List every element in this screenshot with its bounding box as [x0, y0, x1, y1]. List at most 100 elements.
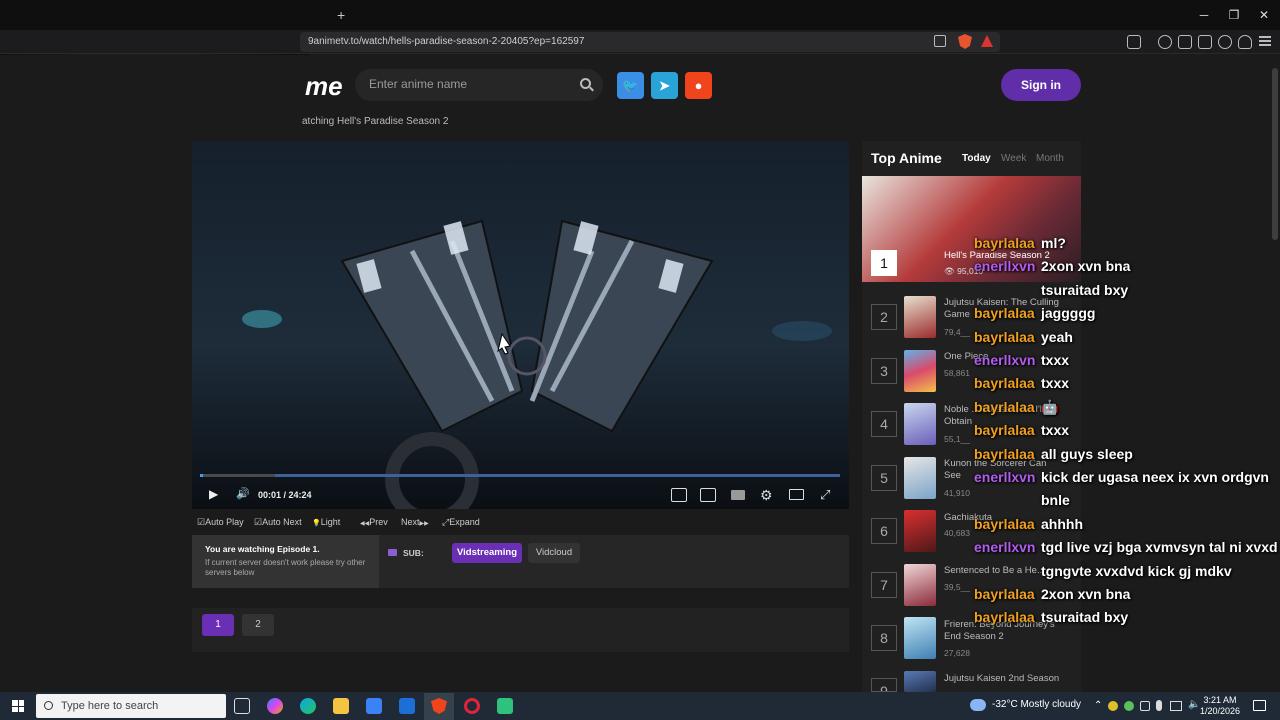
episode-info: You are watching Episode 1. If current s…	[192, 535, 379, 588]
picture-in-picture-icon[interactable]	[789, 489, 804, 500]
prev-episode-button[interactable]: ◀◀Prev	[360, 517, 388, 527]
mail-icon[interactable]	[399, 698, 415, 714]
speaker-icon[interactable]: 🔈	[1188, 699, 1200, 710]
url-field[interactable]: 9animetv.to/watch/hells-paradise-season-…	[300, 32, 1000, 52]
top-anime-title: Top Anime	[871, 150, 942, 166]
site-logo[interactable]: me	[305, 71, 343, 102]
view-count: 27,628	[944, 648, 970, 658]
weather-text[interactable]: -32°C Mostly cloudy	[992, 699, 1081, 710]
anime-thumbnail[interactable]	[904, 403, 936, 445]
video-player[interactable]	[192, 141, 849, 509]
chat-text: txxx	[1041, 422, 1070, 439]
notifications-icon[interactable]	[1253, 700, 1266, 711]
chat-message: bayrlalaa ahhhh	[974, 516, 1083, 532]
scrollbar-thumb[interactable]	[1272, 68, 1278, 240]
search-bar[interactable]	[355, 69, 603, 101]
search-icon[interactable]	[580, 78, 591, 89]
subtitle-icon	[388, 549, 397, 556]
tray-icon[interactable]	[1140, 701, 1150, 711]
chat-text: bnle	[1041, 492, 1070, 509]
chat-text: all guys sleep	[1041, 445, 1133, 462]
wallet-icon[interactable]	[1198, 35, 1212, 49]
chat-username: bayrlalaa	[974, 422, 1035, 439]
extensions-icon[interactable]	[1218, 35, 1232, 49]
chat-username: bayrlalaa	[974, 586, 1035, 602]
server-vidcloud-button[interactable]: Vidcloud	[528, 543, 580, 563]
vpn-icon[interactable]	[1238, 35, 1252, 49]
chat-message: bayrlalaa tsuraitad bxy	[974, 609, 1128, 625]
copilot-icon[interactable]	[267, 698, 283, 714]
tray-app-icon[interactable]	[1108, 701, 1118, 711]
tab-month[interactable]: Month	[1036, 153, 1064, 164]
chat-text: tsuraitad bxy	[1041, 609, 1129, 626]
anime-thumbnail[interactable]	[904, 350, 936, 392]
episode-title: You are watching Episode 1.	[205, 544, 320, 554]
anime-thumbnail[interactable]	[904, 296, 936, 338]
store-icon[interactable]	[366, 698, 382, 714]
sign-in-button[interactable]: Sign in	[1001, 69, 1081, 101]
episode-button[interactable]: 1	[202, 614, 234, 636]
sidebar-panel-icon[interactable]	[1127, 35, 1141, 49]
reddit-share-button[interactable]: ●	[685, 72, 712, 99]
forward-10-icon[interactable]	[700, 488, 716, 502]
rank-badge: 8	[871, 625, 897, 651]
rewards-icon[interactable]	[981, 35, 993, 47]
app-icon[interactable]	[497, 698, 513, 714]
view-count: 55,1__	[944, 434, 970, 444]
chat-message: bayrlalaa all guys sleep	[974, 446, 1133, 462]
anime-thumbnail[interactable]	[904, 457, 936, 499]
chat-text: 2xon xvn bna	[1041, 258, 1131, 275]
search-input[interactable]	[369, 77, 569, 91]
progress-fill	[200, 474, 203, 477]
new-tab-button[interactable]: +	[337, 7, 345, 23]
menu-icon[interactable]	[1259, 36, 1271, 46]
auto-play-toggle[interactable]: ☑Auto Play	[197, 517, 244, 528]
settings-gear-icon[interactable]: ⚙	[760, 487, 773, 504]
task-view-icon[interactable]	[234, 698, 250, 714]
chat-text: txxx	[1041, 352, 1070, 368]
start-windows-icon[interactable]	[12, 700, 24, 712]
volume-icon[interactable]: 🔊	[236, 487, 250, 500]
fullscreen-icon[interactable]: ⤢	[820, 487, 830, 503]
chevron-up-icon[interactable]: ⌃	[1094, 700, 1102, 711]
episode-button[interactable]: 2	[242, 614, 274, 636]
edge-icon[interactable]	[300, 698, 316, 714]
light-toggle[interactable]: 💡Light	[312, 517, 340, 527]
split-view-icon[interactable]	[1178, 35, 1192, 49]
telegram-share-button[interactable]: ➤	[651, 72, 678, 99]
taskbar-search[interactable]: Type here to search	[36, 694, 226, 718]
rewind-10-icon[interactable]	[671, 488, 687, 502]
taskbar-clock[interactable]: 3:21 AM 1/20/2026	[1200, 695, 1240, 717]
auto-next-toggle[interactable]: ☑Auto Next	[254, 517, 302, 528]
maximize-button[interactable]: ❐	[1224, 6, 1244, 24]
anime-thumbnail[interactable]	[904, 617, 936, 659]
minimize-button[interactable]: ─	[1194, 6, 1214, 24]
chat-username: enerllxvn	[974, 258, 1036, 275]
microphone-icon[interactable]	[1156, 700, 1162, 711]
network-icon[interactable]	[1170, 701, 1182, 711]
media-icon[interactable]	[1158, 35, 1172, 49]
anime-thumbnail[interactable]	[904, 671, 936, 692]
anime-title[interactable]: Jujutsu Kaisen 2nd Season	[944, 673, 1064, 685]
chat-username: enerllxvn	[974, 539, 1036, 556]
close-window-button[interactable]: ✕	[1254, 6, 1274, 24]
file-explorer-icon[interactable]	[333, 698, 349, 714]
share-icon[interactable]	[934, 35, 946, 47]
twitter-share-button[interactable]: 🐦	[617, 72, 644, 99]
anime-thumbnail[interactable]	[904, 564, 936, 606]
server-vidstreaming-button[interactable]: Vidstreaming	[452, 543, 522, 563]
captions-icon[interactable]	[731, 490, 745, 500]
tab-today[interactable]: Today	[962, 153, 991, 164]
chat-text: tgd live vzj bga xvmvsyn tal ni xvxd	[1041, 539, 1278, 556]
play-icon[interactable]: ▶	[209, 487, 218, 501]
tab-week[interactable]: Week	[1001, 153, 1026, 164]
next-episode-button[interactable]: Next▶▶	[401, 517, 429, 527]
anime-thumbnail[interactable]	[904, 510, 936, 552]
expand-button[interactable]: ⤢Expand	[442, 517, 480, 528]
rank-badge: 2	[871, 304, 897, 330]
chat-text: tgngvte xvxdvd kick gj mdkv	[1041, 562, 1232, 579]
next-icon: ▶▶	[419, 521, 429, 527]
tray-app-icon[interactable]	[1124, 701, 1134, 711]
opera-icon[interactable]	[464, 698, 480, 714]
rank-badge: 5	[871, 465, 897, 491]
